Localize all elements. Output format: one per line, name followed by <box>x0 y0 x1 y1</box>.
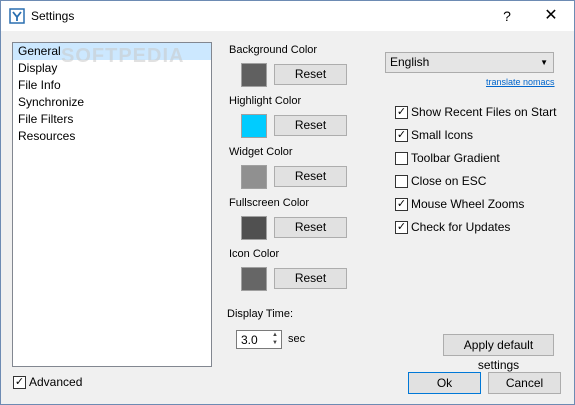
close-on-esc-label: Close on ESC <box>411 174 487 188</box>
small-icons-checkbox[interactable]: ✓ <box>395 129 408 142</box>
highlight-color-label: Highlight Color <box>229 95 302 107</box>
nav-item-display[interactable]: Display <box>13 60 211 77</box>
ok-button[interactable]: Ok <box>408 372 481 394</box>
nav-item-synchronize[interactable]: Synchronize <box>13 94 211 111</box>
close-on-esc-checkbox[interactable] <box>395 175 408 188</box>
fullscreen-color-reset-button[interactable]: Reset <box>274 217 347 238</box>
close-button[interactable]: ✕ <box>537 4 565 28</box>
icon-color-reset-button[interactable]: Reset <box>274 268 347 289</box>
title-bar: Settings ? ✕ <box>1 1 574 31</box>
show-recent-files-label: Show Recent Files on Start <box>411 105 557 119</box>
language-select[interactable]: English ▼ <box>385 52 554 73</box>
highlight-color-reset-button[interactable]: Reset <box>274 115 347 136</box>
highlight-color-swatch[interactable] <box>241 114 267 138</box>
language-select-value: English <box>390 55 430 69</box>
toolbar-gradient-checkbox[interactable] <box>395 152 408 165</box>
widget-color-reset-button[interactable]: Reset <box>274 166 347 187</box>
fullscreen-color-swatch[interactable] <box>241 216 267 240</box>
check-for-updates-checkbox[interactable]: ✓ <box>395 221 408 234</box>
icon-color-label: Icon Color <box>229 248 280 260</box>
background-color-reset-button[interactable]: Reset <box>274 64 347 85</box>
background-color-swatch[interactable] <box>241 63 267 87</box>
spin-arrows-icon[interactable]: ▲ ▼ <box>269 331 281 348</box>
translate-link[interactable]: translate nomacs <box>486 77 555 87</box>
settings-category-list[interactable]: General Display File Info Synchronize Fi… <box>12 42 212 367</box>
widget-color-swatch[interactable] <box>241 165 267 189</box>
chevron-down-icon: ▼ <box>540 58 548 67</box>
display-time-unit: sec <box>288 333 306 345</box>
nav-item-general[interactable]: General <box>13 43 211 60</box>
icon-color-swatch[interactable] <box>241 267 267 291</box>
mouse-wheel-zooms-checkbox[interactable]: ✓ <box>395 198 408 211</box>
display-time-value: 3.0 <box>241 333 258 347</box>
small-icons-label: Small Icons <box>411 128 474 142</box>
display-time-spinbox[interactable]: 3.0 ▲ ▼ <box>236 330 282 349</box>
apply-default-settings-button[interactable]: Apply default settings <box>443 334 554 372</box>
settings-dialog: Settings ? ✕ General Display File Info S… <box>0 0 575 405</box>
nav-item-file-info[interactable]: File Info <box>13 77 211 94</box>
check-for-updates-label: Check for Updates <box>411 220 511 234</box>
cancel-button[interactable]: Cancel <box>488 372 561 394</box>
show-recent-files-checkbox[interactable]: ✓ <box>395 106 408 119</box>
widget-color-label: Widget Color <box>229 146 293 158</box>
fullscreen-color-label: Fullscreen Color <box>229 197 310 209</box>
advanced-checkbox[interactable]: ✓ <box>13 376 26 389</box>
window-title: Settings <box>31 9 75 23</box>
nomacs-app-icon <box>9 8 25 24</box>
mouse-wheel-zooms-label: Mouse Wheel Zooms <box>411 197 525 211</box>
display-time-label: Display Time: <box>227 308 294 320</box>
nav-item-resources[interactable]: Resources <box>13 128 211 145</box>
nav-item-file-filters[interactable]: File Filters <box>13 111 211 128</box>
toolbar-gradient-label: Toolbar Gradient <box>411 151 500 165</box>
advanced-label: Advanced <box>29 375 83 389</box>
help-button[interactable]: ? <box>496 4 518 28</box>
background-color-label: Background Color <box>229 44 318 56</box>
